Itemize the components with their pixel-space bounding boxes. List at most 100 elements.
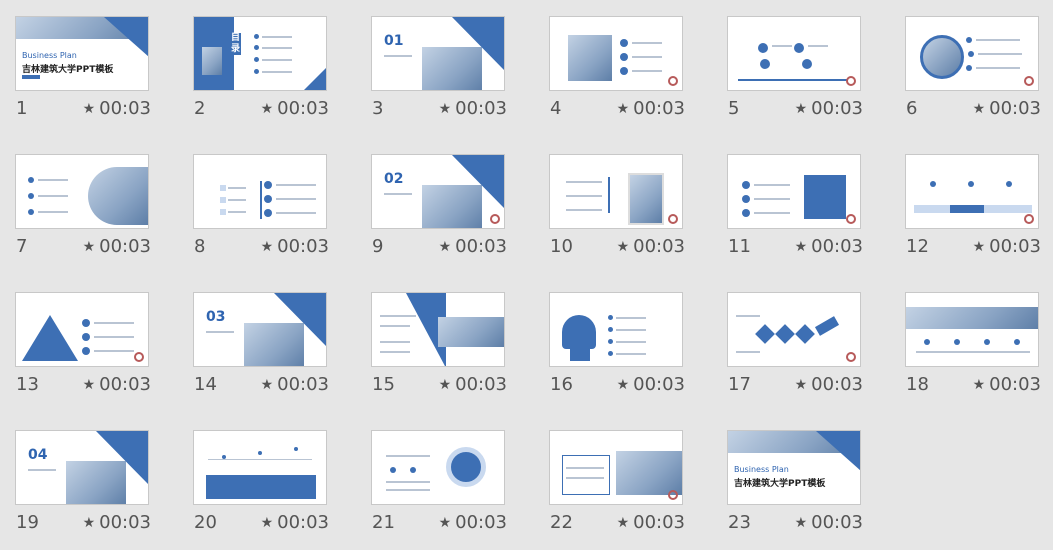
slide-7[interactable]: 7 ★ 00:03: [15, 154, 151, 274]
slide-title: 吉林建筑大学PPT模板: [22, 65, 114, 75]
slide-timing: ★ 00:03: [616, 236, 685, 257]
slide-thumbnail[interactable]: [905, 154, 1039, 229]
slide-timing: ★ 00:03: [616, 512, 685, 533]
slide-number: 7: [16, 236, 28, 257]
slide-timing: ★ 00:03: [972, 374, 1041, 395]
slide-8[interactable]: 8 ★ 00:03: [193, 154, 329, 274]
slide-number: 5: [728, 98, 740, 119]
slide-16[interactable]: 16 ★ 00:03: [549, 292, 685, 412]
slide-number: 10: [550, 236, 573, 257]
slide-4[interactable]: 4 ★ 00:03: [549, 16, 685, 136]
slide-timing: ★ 00:03: [616, 374, 685, 395]
star-icon: ★: [260, 239, 274, 255]
slide-timing: ★ 00:03: [438, 236, 507, 257]
slide-timing: ★ 00:03: [972, 98, 1041, 119]
slide-timing: ★ 00:03: [82, 512, 151, 533]
slide-thumbnail[interactable]: [549, 154, 683, 229]
slide-timing: ★ 00:03: [616, 98, 685, 119]
slide-timing: ★ 00:03: [794, 512, 863, 533]
slide-timing: ★ 00:03: [82, 374, 151, 395]
section-number: 02: [384, 171, 404, 187]
star-icon: ★: [616, 515, 630, 531]
slide-12[interactable]: 12 ★ 00:03: [905, 154, 1041, 274]
star-icon: ★: [794, 377, 808, 393]
slide-6[interactable]: 6 ★ 00:03: [905, 16, 1041, 136]
slide-number: 22: [550, 512, 573, 533]
slide-timing: ★ 00:03: [260, 236, 329, 257]
slide-thumbnail[interactable]: Business Plan 吉林建筑大学PPT模板: [15, 16, 149, 91]
slide-number: 23: [728, 512, 751, 533]
slide-thumbnail[interactable]: [727, 16, 861, 91]
slide-number: 19: [16, 512, 39, 533]
slide-timing: ★ 00:03: [794, 374, 863, 395]
star-icon: ★: [438, 377, 452, 393]
star-icon: ★: [260, 515, 274, 531]
slide-thumbnail[interactable]: [371, 430, 505, 505]
slide-thumbnail[interactable]: [905, 292, 1039, 367]
star-icon: ★: [82, 515, 96, 531]
slide-3[interactable]: 01 3 ★ 00:03: [371, 16, 507, 136]
slide-timing: ★ 00:03: [438, 98, 507, 119]
slide-thumbnail[interactable]: 目录: [193, 16, 327, 91]
star-icon: ★: [260, 377, 274, 393]
slide-thumbnail[interactable]: [905, 16, 1039, 91]
slide-timing: ★ 00:03: [82, 236, 151, 257]
slide-thumbnail[interactable]: [193, 154, 327, 229]
slide-20[interactable]: 20 ★ 00:03: [193, 430, 329, 550]
star-icon: ★: [972, 239, 986, 255]
slide-thumbnail[interactable]: [549, 430, 683, 505]
slide-thumbnail[interactable]: 04: [15, 430, 149, 505]
slide-10[interactable]: 10 ★ 00:03: [549, 154, 685, 274]
slide-13[interactable]: 13 ★ 00:03: [15, 292, 151, 412]
slide-thumbnail[interactable]: Business Plan 吉林建筑大学PPT模板: [727, 430, 861, 505]
slide-thumbnail[interactable]: [15, 292, 149, 367]
star-icon: ★: [616, 377, 630, 393]
slide-2[interactable]: 目录 2 ★ 00:03: [193, 16, 329, 136]
slide-number: 18: [906, 374, 929, 395]
slide-thumbnail[interactable]: 01: [371, 16, 505, 91]
slide-5[interactable]: 5 ★ 00:03: [727, 16, 863, 136]
slide-number: 1: [16, 98, 28, 119]
slide-thumbnail[interactable]: 03: [193, 292, 327, 367]
slide-timing: ★ 00:03: [82, 98, 151, 119]
slide-11[interactable]: 11 ★ 00:03: [727, 154, 863, 274]
slide-thumbnail[interactable]: [549, 292, 683, 367]
slide-thumbnail[interactable]: [727, 292, 861, 367]
slide-number: 13: [16, 374, 39, 395]
slide-subtitle: Business Plan: [734, 465, 789, 474]
slide-timing: ★ 00:03: [260, 512, 329, 533]
slide-15[interactable]: 15 ★ 00:03: [371, 292, 507, 412]
star-icon: ★: [438, 239, 452, 255]
star-icon: ★: [616, 101, 630, 117]
slide-number: 6: [906, 98, 918, 119]
slide-22[interactable]: 22 ★ 00:03: [549, 430, 685, 550]
slide-19[interactable]: 04 19 ★ 00:03: [15, 430, 151, 550]
slide-17[interactable]: 17 ★ 00:03: [727, 292, 863, 412]
star-icon: ★: [82, 377, 96, 393]
slide-number: 11: [728, 236, 751, 257]
slide-number: 3: [372, 98, 384, 119]
slide-thumbnail[interactable]: [727, 154, 861, 229]
slide-number: 2: [194, 98, 206, 119]
slide-thumbnail[interactable]: [549, 16, 683, 91]
slide-18[interactable]: 18 ★ 00:03: [905, 292, 1041, 412]
slide-thumbnail[interactable]: 02: [371, 154, 505, 229]
slide-toc-label: 目录: [231, 33, 241, 55]
star-icon: ★: [438, 101, 452, 117]
slide-number: 9: [372, 236, 384, 257]
slide-23[interactable]: Business Plan 吉林建筑大学PPT模板 23 ★ 00:03: [727, 430, 863, 550]
section-number: 03: [206, 309, 226, 325]
slide-number: 16: [550, 374, 573, 395]
slide-9[interactable]: 02 9 ★ 00:03: [371, 154, 507, 274]
slide-thumbnail[interactable]: [371, 292, 505, 367]
slide-14[interactable]: 03 14 ★ 00:03: [193, 292, 329, 412]
star-icon: ★: [794, 515, 808, 531]
slide-thumbnail[interactable]: [15, 154, 149, 229]
slide-thumbnail[interactable]: [193, 430, 327, 505]
star-icon: ★: [972, 377, 986, 393]
slide-1[interactable]: Business Plan 吉林建筑大学PPT模板 1 ★ 00:03: [15, 16, 151, 136]
star-icon: ★: [794, 101, 808, 117]
slide-sorter-grid: Business Plan 吉林建筑大学PPT模板 1 ★ 00:03 目录 2 ★ 0…: [0, 0, 1053, 540]
slide-21[interactable]: 21 ★ 00:03: [371, 430, 507, 550]
slide-timing: ★ 00:03: [794, 236, 863, 257]
